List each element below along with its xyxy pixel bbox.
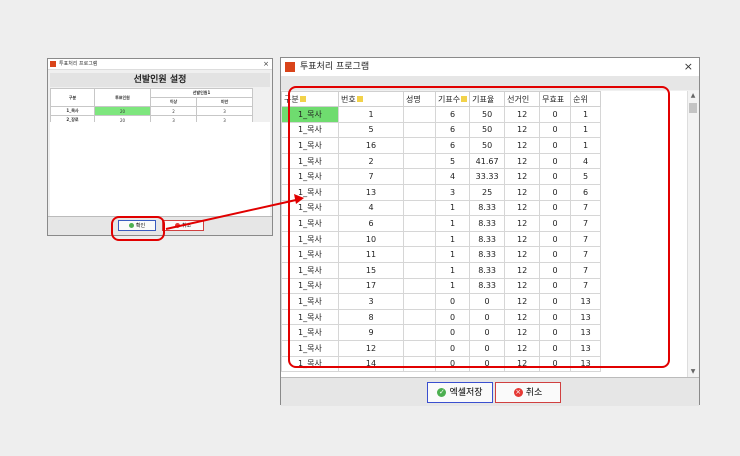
arrow-graphic bbox=[165, 194, 304, 230]
arrow-head bbox=[294, 194, 304, 204]
arrow-line bbox=[165, 199, 297, 230]
